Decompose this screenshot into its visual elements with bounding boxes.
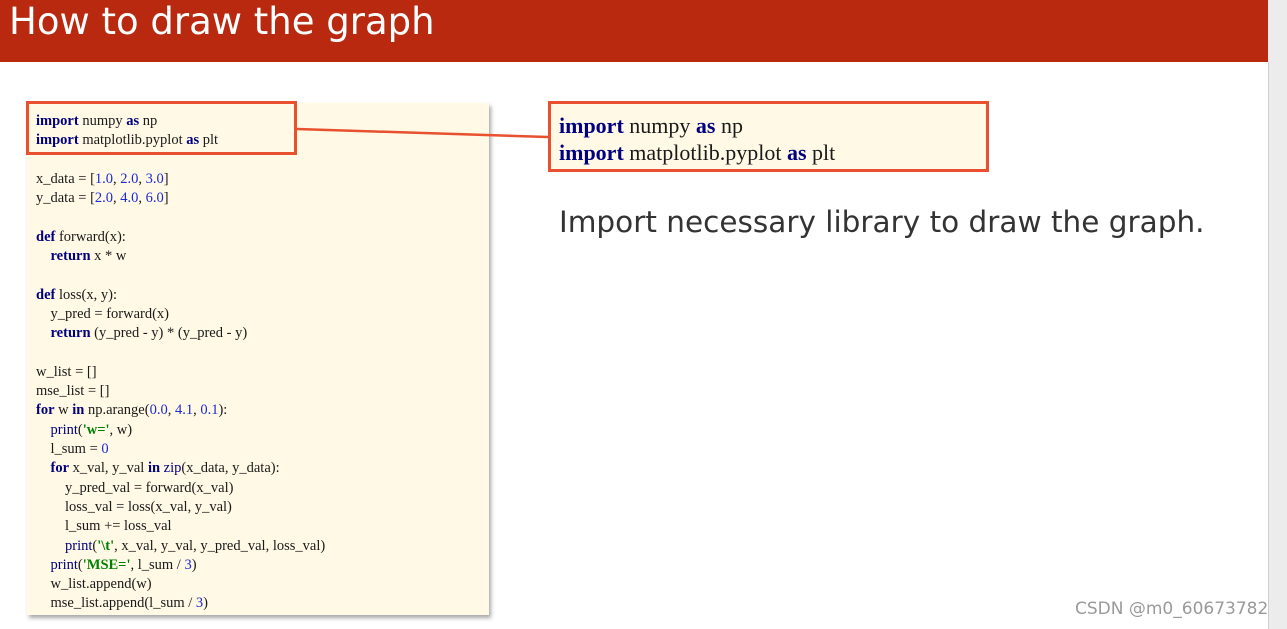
code-line: l_sum = 0 <box>36 441 109 458</box>
watermark: CSDN @m0_60673782 <box>1075 599 1269 619</box>
code-line: x_data = [1.0, 2.0, 3.0] <box>36 170 169 187</box>
code-line: mse_list = [] <box>36 383 110 400</box>
code-line: l_sum += loss_val <box>36 518 172 535</box>
code-line: w_list = [] <box>36 363 97 380</box>
code-listing: import numpy as np import matplotlib.pypl… <box>36 112 325 614</box>
code-line: loss_val = loss(x_val, y_val) <box>36 498 232 515</box>
right-margin <box>1268 0 1287 629</box>
code-line: y_pred_val = forward(x_val) <box>36 479 234 496</box>
code-line: y_pred = forward(x) <box>36 305 170 322</box>
page-title: How to draw the graph <box>9 0 435 43</box>
enlarged-code-line: import numpy as np <box>559 113 743 138</box>
description-text: Import necessary library to draw the gra… <box>559 205 1205 239</box>
code-line: mse_list.append(l_sum / 3) <box>36 595 208 612</box>
code-line: print('\t', x_val, y_val, y_pred_val, lo… <box>65 537 326 554</box>
code-line: for x_val, y_val in zip(x_data, y_data): <box>50 460 280 477</box>
code-line: return x * w <box>50 248 127 265</box>
right-edge-divider <box>1268 62 1269 629</box>
code-line: return (y_pred - y) * (y_pred - y) <box>50 325 248 342</box>
enlarged-code-line: import matplotlib.pyplot as plt <box>559 140 836 165</box>
title-bar: How to draw the graph <box>0 0 1268 62</box>
code-line: w_list.append(w) <box>36 576 152 593</box>
code-line: y_data = [2.0, 4.0, 6.0] <box>36 190 169 207</box>
code-line: for w in np.arange(0.0, 4.1, 0.1): <box>36 402 228 419</box>
import-highlight-box <box>26 101 297 155</box>
code-line: print('w=', w) <box>50 421 133 438</box>
code-line: def forward(x): <box>36 228 126 245</box>
enlarged-code-listing: import numpy as np import matplotlib.pypl… <box>559 112 835 166</box>
code-line: print('MSE=', l_sum / 3) <box>50 556 197 573</box>
code-line: def loss(x, y): <box>36 286 117 303</box>
